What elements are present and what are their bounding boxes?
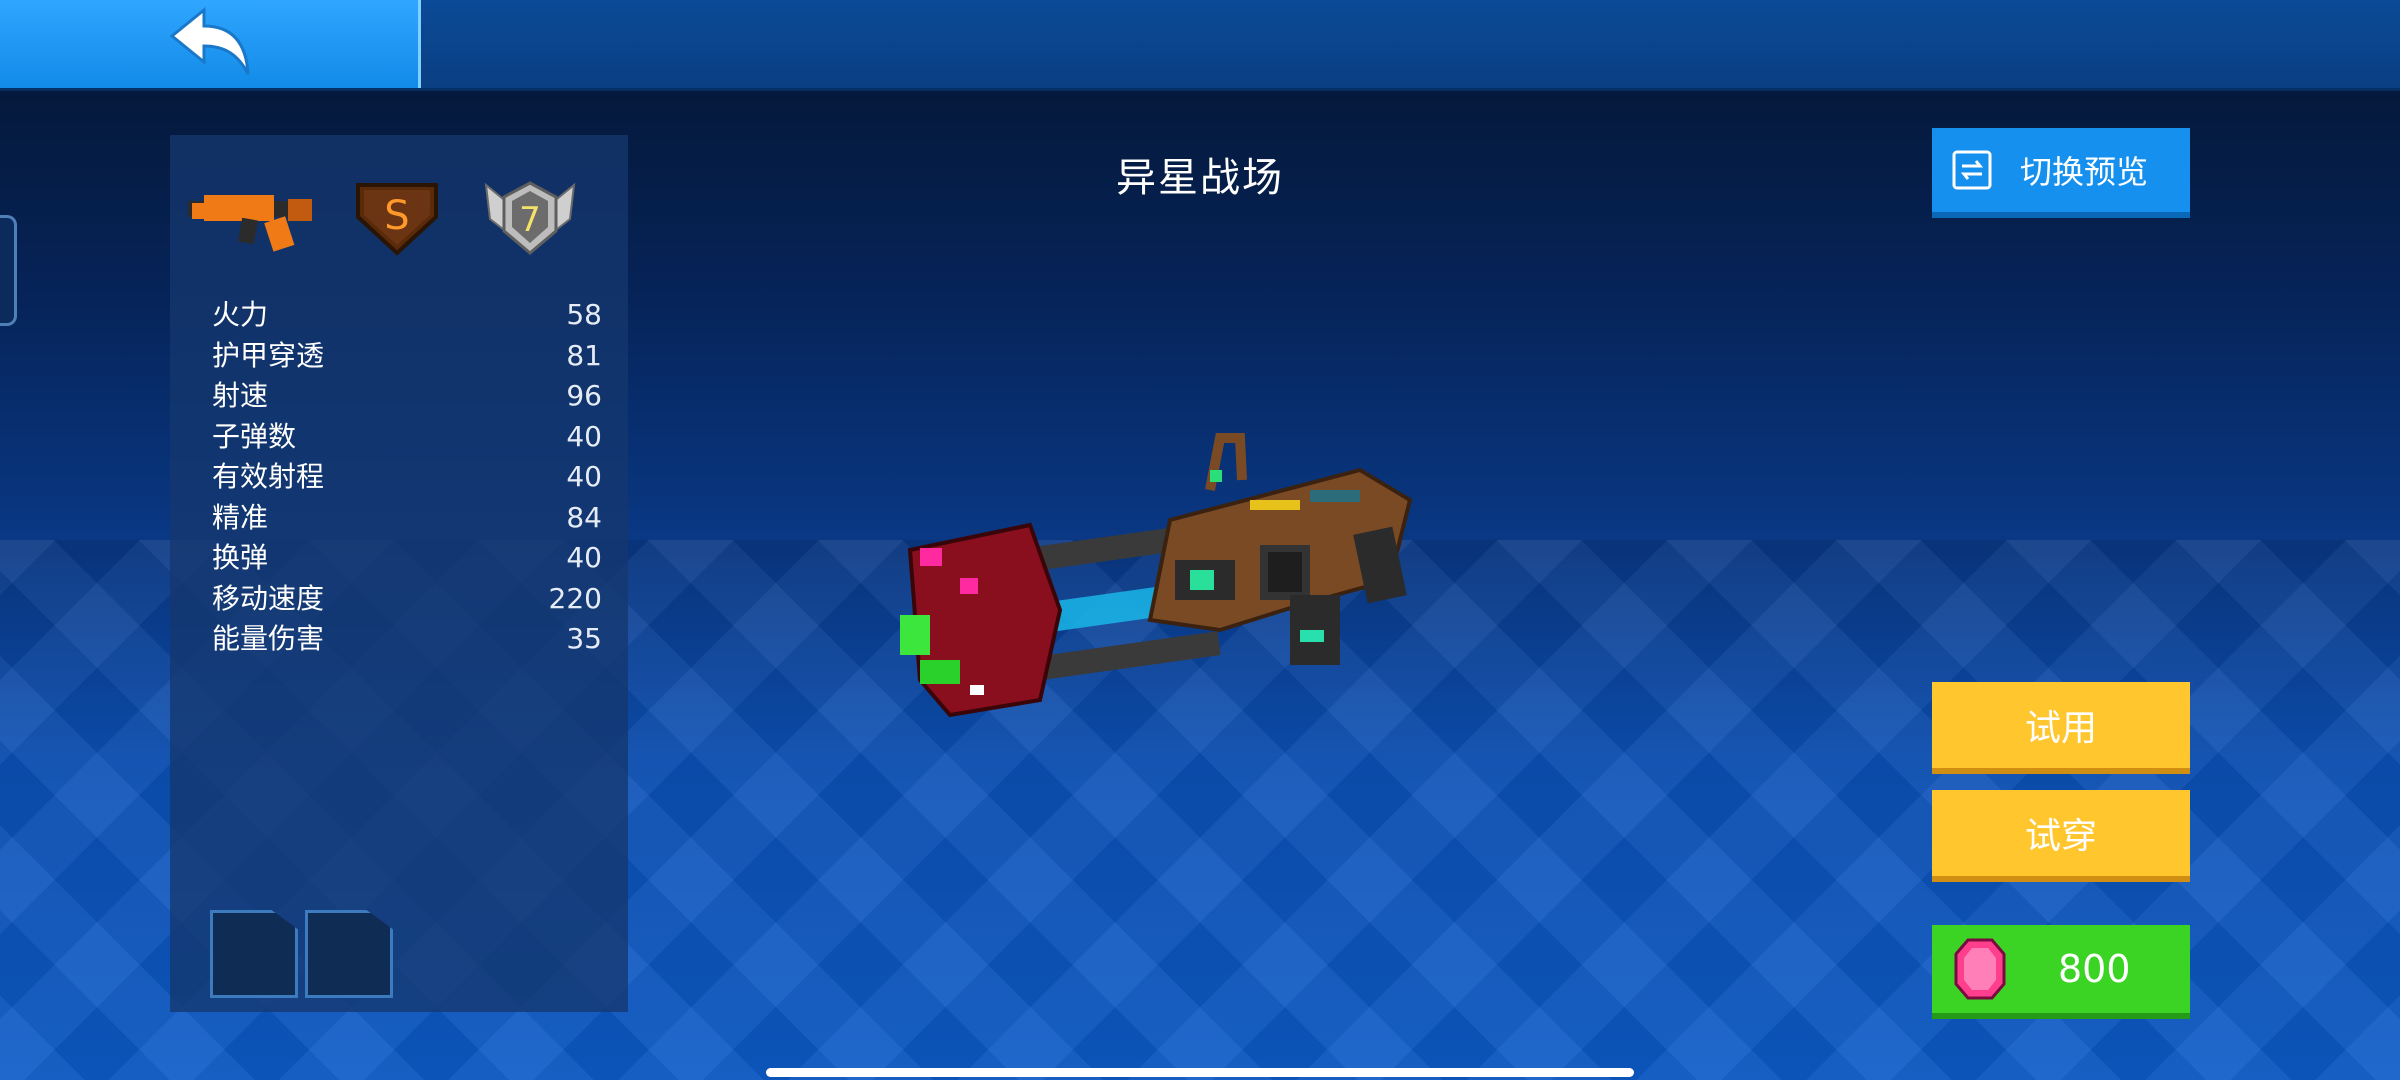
stat-value: 35	[566, 622, 602, 655]
price-label: 800	[2058, 947, 2131, 991]
stat-value: 96	[566, 379, 602, 412]
stat-label: 移动速度	[212, 581, 325, 615]
badge-row: S 7	[182, 175, 612, 275]
svg-text:7: 7	[519, 200, 541, 240]
module-slot-1[interactable]	[210, 910, 298, 998]
module-slot-2[interactable]	[305, 910, 393, 998]
buy-button[interactable]: 800	[1932, 925, 2190, 1019]
stat-value: 84	[566, 500, 602, 534]
rifle-icon	[188, 195, 312, 252]
stat-row: 子弹数 40	[212, 417, 602, 458]
rarity-badge: S	[356, 183, 438, 256]
stat-row: 有效射程 40	[212, 457, 602, 498]
stat-label: 射速	[212, 379, 269, 412]
stats-list: 火力 58 护甲穿透 81 射速 96 子弹数 40 有效射程 40 精准 84 换弹 40 …	[212, 295, 602, 660]
stat-label: 护甲穿透	[212, 338, 325, 372]
stat-value: 58	[566, 298, 602, 331]
back-arrow-icon	[169, 6, 250, 75]
stat-row: 精准 84	[212, 498, 602, 539]
stat-value: 81	[566, 338, 602, 372]
stat-value: 40	[566, 460, 602, 493]
level-badge: 7	[484, 181, 576, 255]
side-tab[interactable]	[0, 215, 17, 326]
switch-preview-button[interactable]: 切换预览	[1932, 128, 2190, 218]
stat-row: 护甲穿透 81	[212, 336, 602, 377]
back-button[interactable]	[0, 0, 421, 88]
top-bar	[0, 0, 2400, 91]
try-use-button[interactable]: 试用	[1932, 682, 2190, 774]
stat-label: 精准	[212, 500, 269, 534]
stat-label: 有效射程	[212, 460, 325, 493]
stat-label: 子弹数	[212, 419, 297, 453]
stat-row: 射速 96	[212, 376, 602, 417]
weapon-model	[900, 433, 1413, 718]
switch-icon	[1952, 150, 1992, 190]
stats-panel: S 7 火力 58 护甲穿透 81 射速 96 子弹数 40 有效射程 40 精准 84 换…	[170, 135, 628, 1012]
stat-label: 火力	[212, 298, 269, 331]
stat-row: 火力 58	[212, 295, 602, 336]
stat-label: 换弹	[212, 541, 269, 574]
try-wear-button[interactable]: 试穿	[1932, 790, 2190, 882]
stat-value: 40	[566, 419, 602, 453]
svg-text:S: S	[384, 193, 409, 239]
stat-row: 能量伤害 35	[212, 619, 602, 660]
weapon-title: 异星战场	[1116, 155, 1284, 201]
switch-preview-label: 切换预览	[2020, 153, 2149, 191]
home-indicator[interactable]	[766, 1068, 1634, 1077]
stat-value: 220	[548, 581, 602, 615]
stat-row: 移动速度 220	[212, 579, 602, 620]
gem-icon	[1954, 938, 2006, 1000]
stat-value: 40	[566, 541, 602, 574]
stat-row: 换弹 40	[212, 538, 602, 579]
stat-label: 能量伤害	[212, 622, 325, 655]
